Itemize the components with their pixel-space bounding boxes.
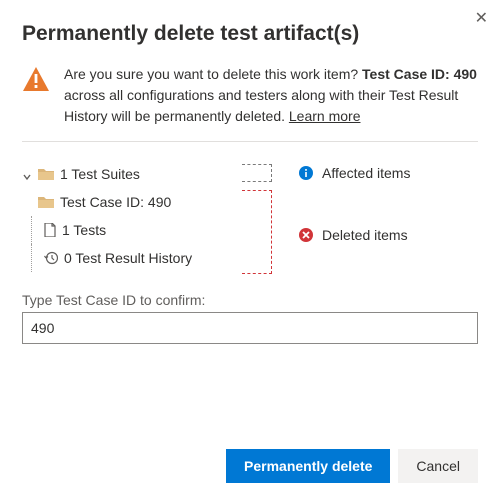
cancel-button[interactable]: Cancel: [398, 449, 478, 483]
warning-icon: [22, 66, 50, 95]
error-icon: [298, 227, 314, 243]
warning-row: Are you sure you want to delete this wor…: [22, 64, 478, 127]
dialog-title: Permanently delete test artifact(s): [22, 22, 478, 46]
confirm-input[interactable]: [22, 312, 478, 344]
document-icon: [44, 223, 56, 237]
info-icon: [298, 165, 314, 181]
tree-suites-row[interactable]: 1 Test Suites: [22, 160, 232, 188]
tree-suites-label: 1 Test Suites: [60, 166, 140, 182]
warning-prefix: Are you sure you want to delete this wor…: [64, 66, 362, 82]
deleted-bracket: [242, 190, 272, 274]
warning-suffix: across all configurations and testers al…: [64, 87, 458, 124]
close-icon[interactable]: ✕: [475, 8, 488, 28]
affected-bracket: [242, 164, 272, 182]
folder-icon: [38, 195, 54, 209]
warning-bold: Test Case ID: 490: [362, 66, 477, 82]
tree-history-row[interactable]: 0 Test Result History: [22, 244, 232, 272]
legend-affected: Affected items: [298, 160, 478, 186]
permanently-delete-button[interactable]: Permanently delete: [226, 449, 390, 483]
folder-icon: [38, 167, 54, 181]
bracket-column: [242, 160, 282, 272]
legend-deleted: Deleted items: [298, 222, 478, 248]
history-icon: [44, 251, 58, 265]
warning-text: Are you sure you want to delete this wor…: [64, 64, 478, 127]
tree-case-label: Test Case ID: 490: [60, 194, 171, 210]
tree-tests-row[interactable]: 1 Tests: [22, 216, 232, 244]
tree-history-label: 0 Test Result History: [64, 250, 192, 266]
tree-tests-label: 1 Tests: [62, 222, 106, 238]
learn-more-link[interactable]: Learn more: [289, 108, 361, 124]
confirm-label: Type Test Case ID to confirm:: [22, 292, 478, 308]
tree-case-row[interactable]: Test Case ID: 490: [22, 188, 232, 216]
artifact-tree: 1 Test Suites Test Case ID: 490 1 Tests …: [22, 160, 232, 272]
legend-affected-label: Affected items: [322, 165, 410, 181]
content-area: 1 Test Suites Test Case ID: 490 1 Tests …: [22, 160, 478, 272]
divider: [22, 141, 478, 142]
legend-deleted-label: Deleted items: [322, 227, 408, 243]
legend: Affected items Deleted items: [292, 160, 478, 272]
dialog-footer: Permanently delete Cancel: [226, 449, 478, 483]
chevron-down-icon: [22, 169, 32, 179]
